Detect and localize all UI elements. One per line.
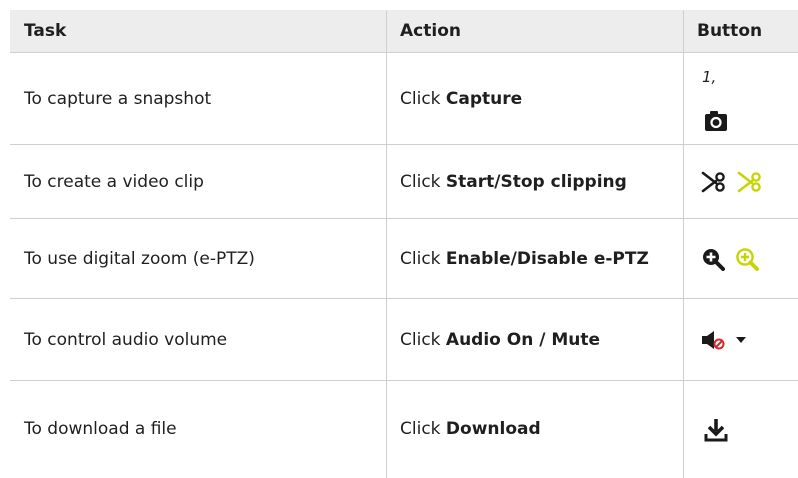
button-cell: 1, [683,53,798,145]
column-divider [386,53,387,145]
action-cell: Click Capture [386,53,683,145]
column-divider [386,381,387,478]
action-cell: Click Download [386,381,683,478]
action-prefix: Click [400,329,446,350]
zoom-in-icon[interactable] [701,247,725,271]
table-row-clipping: To create a video clip Click Start/Stop … [10,144,798,219]
action-cell: Click Start/Stop clipping [386,145,683,219]
button-cell [683,381,798,478]
action-command: Start/Stop clipping [445,171,627,192]
table-header-row: Task Action Button [10,10,798,52]
column-divider [386,145,387,219]
action-prefix: Click [400,171,446,192]
table-row-download: To download a file Click Download [10,380,798,478]
scissors-icon[interactable] [701,170,727,194]
table-row-zoom: To use digital zoom (e-PTZ) Click Enable… [10,218,798,299]
column-divider [386,299,387,381]
action-command: Enable/Disable e-PTZ [445,248,649,269]
zoom-button-icons [697,247,759,271]
button-cell [683,145,798,219]
header-task: Task [24,20,67,41]
column-divider [683,10,684,52]
action-command: Capture [445,88,523,109]
table-row-capture: To capture a snapshot Click Capture 1, [10,52,798,145]
task-cell: To download a file [24,419,177,439]
audio-button-icons [697,329,747,351]
speaker-muted-icon[interactable] [701,329,725,351]
action-command: Download [445,419,541,439]
task-cell: To use digital zoom (e-PTZ) [24,248,255,269]
task-cell: To capture a snapshot [24,88,212,109]
download-icon[interactable] [704,418,728,442]
table-row-audio: To control audio volume Click Audio On /… [10,298,798,381]
task-cell: To create a video clip [24,171,204,192]
action-prefix: Click [400,419,446,439]
header-action: Action [400,20,461,41]
action-prefix: Click [400,248,446,269]
button-cell [683,299,798,381]
action-prefix: Click [400,88,446,109]
column-divider [683,53,684,145]
zoom-in-active-icon[interactable] [735,247,759,271]
column-divider [683,381,684,478]
task-cell: To control audio volume [24,329,228,350]
column-divider [683,145,684,219]
clip-button-icons [697,170,763,194]
camera-icon[interactable] [704,110,728,132]
column-divider [683,299,684,381]
dropdown-arrow-icon[interactable] [735,335,747,345]
column-divider [386,219,387,299]
footnote-marker: 1, [702,68,717,86]
column-divider [386,10,387,52]
scissors-active-icon[interactable] [737,170,763,194]
action-cell: Click Audio On / Mute [386,299,683,381]
button-cell [683,219,798,299]
action-command: Audio On / Mute [445,329,601,350]
header-button: Button [697,20,763,41]
action-cell: Click Enable/Disable e-PTZ [386,219,683,299]
column-divider [683,219,684,299]
